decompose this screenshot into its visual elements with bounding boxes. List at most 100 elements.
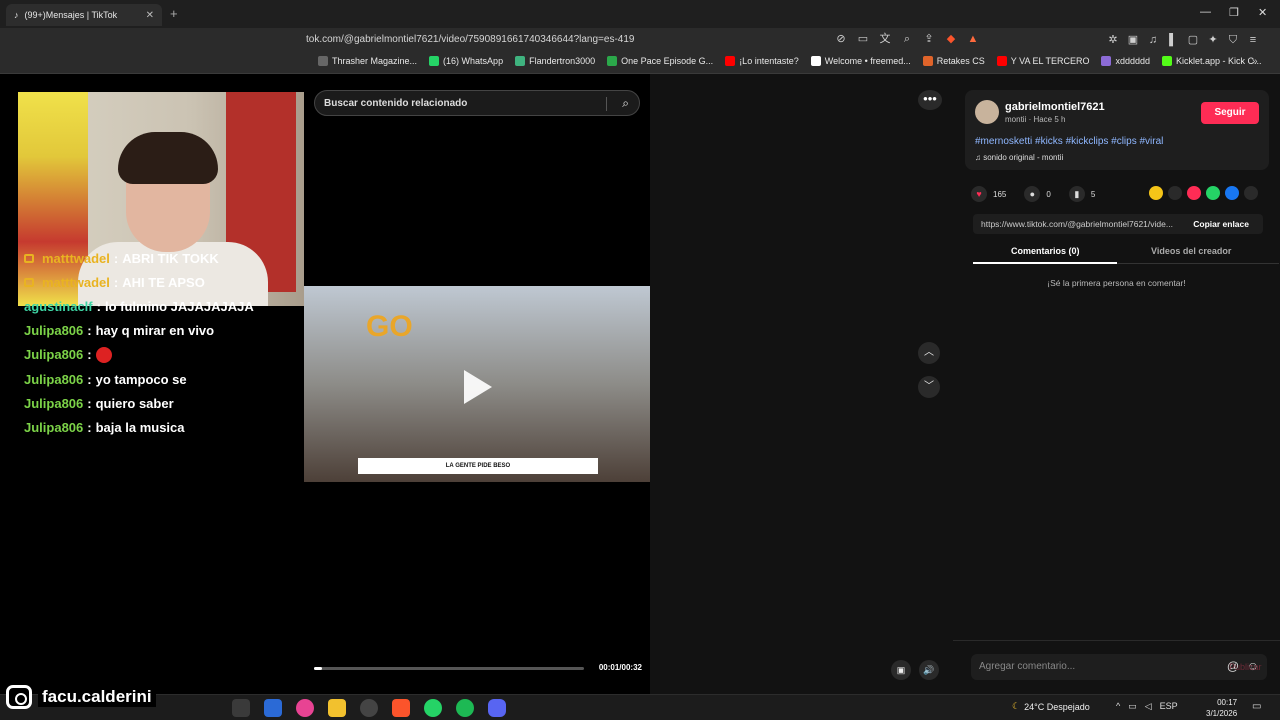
clock[interactable]: 00:17 3/1/2026	[1206, 697, 1237, 719]
no-tracking-icon[interactable]: ⊘	[834, 32, 848, 46]
vpn-icon[interactable]: ⛉	[1226, 33, 1240, 47]
chat-username: matttwadel	[42, 274, 110, 290]
video-progress-bar[interactable]	[314, 667, 584, 670]
file-explorer-icon[interactable]	[328, 699, 346, 717]
maximize-icon[interactable]: ❐	[1229, 6, 1239, 19]
send-icon[interactable]	[1187, 186, 1201, 200]
tab-creator-videos[interactable]: Videos del creador	[1151, 246, 1231, 256]
new-tab-icon[interactable]: +	[170, 6, 178, 21]
share-icon[interactable]: ⇪	[922, 32, 936, 46]
more-bookmarks-icon[interactable]: »	[1252, 56, 1258, 67]
video-link[interactable]: https://www.tiktok.com/@gabrielmontiel76…	[981, 219, 1181, 229]
publish-button[interactable]: Publicar	[1229, 662, 1262, 672]
share-arrow-icon[interactable]	[1244, 186, 1258, 200]
subscriber-badge-icon	[24, 253, 34, 263]
brave-rewards-icon[interactable]: ▲	[966, 32, 980, 46]
search-icon[interactable]: ⌕	[622, 96, 629, 111]
chat-separator: :	[87, 395, 92, 411]
brave-icon[interactable]	[392, 699, 410, 717]
tiktok-icon: ♪	[14, 10, 19, 20]
app-icon[interactable]	[296, 699, 314, 717]
comment-input[interactable]: Agregar comentario... @ ☺	[971, 654, 1267, 680]
next-video-icon[interactable]: ﹀	[918, 376, 940, 398]
music-icon[interactable]: ♫	[1146, 33, 1160, 47]
sound-line[interactable]: ♫ sonido original - montii	[975, 153, 1063, 162]
tray-chevron-icon[interactable]: ^	[1116, 701, 1120, 712]
translate-icon[interactable]: 文	[878, 32, 892, 46]
store-icon[interactable]	[264, 699, 282, 717]
weather-widget[interactable]: ☾ 24°C Despejado	[1012, 701, 1090, 712]
pip-icon[interactable]: ▣	[891, 660, 911, 680]
embed-icon[interactable]	[1168, 186, 1182, 200]
save-stat[interactable]: ▮ 5	[1068, 186, 1095, 202]
cast-icon[interactable]: ▭	[856, 32, 870, 46]
menu-icon[interactable]: ≡	[1246, 33, 1260, 47]
video-time: 00:01/00:32	[598, 663, 642, 672]
task-view-icon[interactable]	[232, 699, 250, 717]
related-search[interactable]: Buscar contenido relacionado ⌕	[314, 90, 640, 116]
bookmark-item[interactable]: Kicklet.app - Kick C...	[1162, 56, 1262, 66]
bookmark-item[interactable]: Welcome • freemed...	[810, 56, 911, 66]
extensions-icon[interactable]: ✲	[1106, 33, 1120, 47]
post-sidebar: gabrielmontiel7621 montii · Hace 5 h Seg…	[953, 74, 1280, 694]
url-field[interactable]: tok.com/@gabrielmontiel7621/video/759089…	[306, 34, 634, 45]
chat-text: yo tampoco se	[95, 371, 187, 387]
chat-message: agustinaclf: lo fulmino JAJAJAJAJA	[24, 294, 304, 318]
coin-icon[interactable]	[1149, 186, 1163, 200]
progress-fill	[314, 667, 323, 670]
bookmark-label: Y VA EL TERCERO	[1010, 56, 1090, 66]
bookmark-item[interactable]: (16) WhatsApp	[429, 56, 503, 66]
whatsapp-taskbar-icon[interactable]	[424, 699, 442, 717]
bookmark-item[interactable]: One Pace Episode G...	[607, 56, 713, 66]
language-indicator[interactable]: ESP	[1160, 701, 1178, 712]
copy-link-button[interactable]: Copiar enlace	[1193, 219, 1249, 229]
sidebar-icon[interactable]: ▌	[1166, 33, 1180, 47]
comment-stat[interactable]: ● 0	[1024, 186, 1051, 202]
whatsapp-icon[interactable]	[1206, 186, 1220, 200]
bookmark-item[interactable]: ¡Lo intentaste?	[725, 56, 799, 66]
close-tab-icon[interactable]: ✕	[146, 10, 154, 21]
video-player[interactable]: GO LA GENTE PIDE BESO	[304, 286, 650, 482]
volume-icon[interactable]: 🔊	[919, 660, 939, 680]
browser-tab[interactable]: ♪ (99+)Mensajes | TikTok ✕	[6, 4, 162, 26]
brave-shield-icon[interactable]: ◆	[944, 32, 958, 46]
play-icon[interactable]	[464, 370, 492, 404]
avatar[interactable]	[975, 100, 999, 124]
bookmark-label: One Pace Episode G...	[621, 56, 714, 66]
bookmark-label: ¡Lo intentaste?	[739, 56, 799, 66]
chat-message: Julipa806: quiero saber	[24, 391, 304, 415]
leo-icon[interactable]: ✦	[1206, 33, 1220, 47]
hashtags[interactable]: #mernosketti #kicks #kickclips #clips #v…	[975, 136, 1163, 147]
instagram-overlay: facu.calderini	[6, 684, 156, 710]
minimize-icon[interactable]: —	[1200, 6, 1211, 18]
chat-username: matttwadel	[42, 250, 110, 266]
post-info: gabrielmontiel7621 montii · Hace 5 h Seg…	[965, 90, 1269, 170]
comment-icon: ●	[1024, 186, 1041, 202]
close-window-icon[interactable]: ✕	[1258, 6, 1267, 19]
username[interactable]: gabrielmontiel7621	[1005, 101, 1105, 113]
bookmark-item[interactable]: Retakes CS	[922, 56, 985, 66]
previous-video-icon[interactable]: ︿	[918, 342, 940, 364]
wallet-icon[interactable]: ▣	[1126, 33, 1140, 47]
facebook-icon[interactable]	[1225, 186, 1239, 200]
follow-button[interactable]: Seguir	[1201, 102, 1259, 124]
chat-username: Julipa806	[24, 395, 84, 411]
bookmark-item[interactable]: Flandertron3000	[515, 56, 595, 66]
bookmark-label: Retakes CS	[936, 56, 985, 66]
chat-username: Julipa806	[24, 371, 84, 387]
bookmark-item[interactable]: Y VA EL TERCERO	[996, 56, 1090, 66]
obs-icon[interactable]	[360, 699, 378, 717]
notification-icon[interactable]: ▭	[1252, 701, 1261, 712]
wallet2-icon[interactable]: ▢	[1186, 33, 1200, 47]
spotify-icon[interactable]	[456, 699, 474, 717]
zoom-icon[interactable]: ⌕	[900, 32, 914, 46]
network-icon[interactable]: ▭	[1128, 701, 1137, 712]
more-options-icon[interactable]: •••	[918, 90, 942, 110]
tab-comments[interactable]: Comentarios (0)	[1011, 246, 1080, 256]
discord-icon[interactable]	[488, 699, 506, 717]
heart-icon: ♥	[971, 186, 987, 202]
like-stat[interactable]: ♥ 165	[971, 186, 1006, 202]
bookmark-item[interactable]: Thrasher Magazine...	[318, 56, 417, 66]
bookmark-item[interactable]: xdddddd	[1101, 56, 1150, 66]
speaker-icon[interactable]: ◁	[1145, 701, 1152, 712]
